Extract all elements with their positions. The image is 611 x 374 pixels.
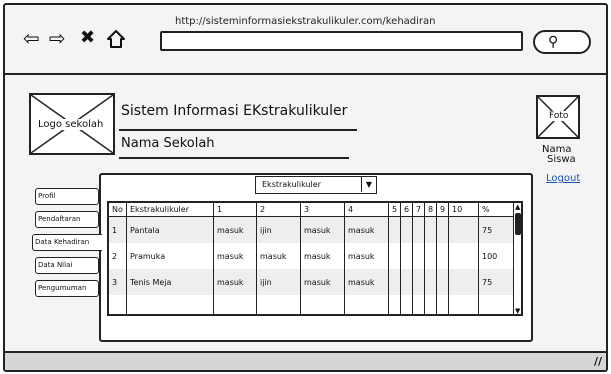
arrow-right-icon[interactable]: ⇨ — [49, 28, 66, 48]
photo-label: Foto — [549, 111, 569, 121]
resize-grip-icon[interactable]: // — [594, 355, 602, 368]
table-cell: Pantala — [130, 226, 160, 235]
school-underline — [119, 157, 349, 159]
close-icon[interactable]: ✖ — [80, 28, 95, 48]
header-cell: 7 — [416, 205, 422, 214]
scroll-down-icon[interactable]: ▼ — [515, 308, 520, 315]
table-cell: masuk — [217, 252, 244, 261]
table-cell: masuk — [304, 226, 331, 235]
scroll-up-icon[interactable]: ▲ — [515, 204, 520, 211]
logo-label: Logo sekolah — [37, 119, 105, 130]
ekstrakulikuler-select[interactable]: Ekstrakulikuler ▼ — [255, 176, 377, 194]
app-title: Sistem Informasi EKstrakulikuler — [121, 103, 348, 119]
browser-window: http://sisteminformasiekstrakulikuler.co… — [3, 3, 608, 372]
column-divider — [388, 203, 389, 314]
header-cell: 10 — [452, 205, 463, 214]
table-cell: ijin — [260, 278, 272, 287]
arrow-left-icon[interactable]: ⇦ — [23, 28, 40, 48]
table-cell: Tenis Meja — [130, 278, 172, 287]
header-cell: Ekstrakulikuler — [130, 205, 189, 214]
menu-item-pengumuman[interactable]: Pengumuman — [35, 280, 99, 297]
chevron-down-icon[interactable]: ▼ — [361, 177, 376, 192]
menu-item-data-nilai[interactable]: Data Nilai — [35, 257, 99, 274]
header-cell: 4 — [348, 205, 354, 214]
table-cell: 3 — [112, 278, 118, 287]
column-divider — [400, 203, 401, 314]
student-name: Nama Siswa — [542, 145, 576, 165]
header-cell: % — [482, 205, 490, 214]
menu-item-profil[interactable]: Profil — [35, 188, 99, 205]
table-cell: 75 — [482, 278, 493, 287]
table-cell: masuk — [217, 226, 244, 235]
logout-link[interactable]: Logout — [546, 173, 580, 184]
table-cell: masuk — [304, 252, 331, 261]
column-divider — [448, 203, 449, 314]
table-cell: masuk — [260, 252, 287, 261]
header-cell: 8 — [428, 205, 434, 214]
menu-item-data-kehadiran[interactable]: Data Kehadiran — [32, 234, 102, 251]
home-icon[interactable] — [105, 28, 127, 53]
table-cell: 75 — [482, 226, 493, 235]
scroll-thumb[interactable] — [515, 213, 521, 235]
table-cell: masuk — [304, 278, 331, 287]
table-row: 2 Pramuka masuk masuk masuk masuk 100 — [109, 243, 514, 269]
search-button[interactable]: ⚲ — [533, 30, 591, 54]
header-cell: 9 — [440, 205, 446, 214]
table-cell: masuk — [217, 278, 244, 287]
table-scrollbar[interactable]: ▲ ▼ — [513, 203, 521, 315]
school-name: Nama Sekolah — [121, 136, 215, 151]
table-cell: masuk — [348, 226, 375, 235]
table-cell: ijin — [260, 226, 272, 235]
address-bar[interactable] — [160, 31, 523, 51]
header-cell: 3 — [304, 205, 310, 214]
column-divider — [126, 203, 127, 314]
column-divider — [300, 203, 301, 314]
column-divider — [478, 203, 479, 314]
header-cell: 1 — [217, 205, 223, 214]
header-cell: 5 — [392, 205, 398, 214]
column-divider — [424, 203, 425, 314]
student-name-line2: Siswa — [547, 154, 576, 165]
table-row: 1 Pantala masuk ijin masuk masuk 75 — [109, 217, 514, 243]
page-url: http://sisteminformasiekstrakulikuler.co… — [175, 16, 436, 27]
attendance-table: No Ekstrakulikuler 1 2 3 4 5 6 7 8 9 10 … — [107, 201, 523, 316]
column-divider — [256, 203, 257, 314]
table-cell: 2 — [112, 252, 118, 261]
table-cell: masuk — [348, 252, 375, 261]
header-cell: 2 — [260, 205, 266, 214]
select-value: Ekstrakulikuler — [262, 180, 321, 189]
header-cell: 6 — [404, 205, 410, 214]
school-logo: Logo sekolah — [29, 93, 115, 155]
student-photo: Foto — [536, 95, 580, 139]
column-divider — [213, 203, 214, 314]
header-cell: No — [112, 205, 123, 214]
table-row: 3 Tenis Meja masuk ijin masuk masuk 75 — [109, 269, 514, 295]
menu-item-pendaftaran[interactable]: Pendaftaran — [35, 211, 99, 228]
column-divider — [412, 203, 413, 314]
column-divider — [436, 203, 437, 314]
table-cell: 1 — [112, 226, 118, 235]
table-cell: masuk — [348, 278, 375, 287]
title-underline — [119, 129, 357, 131]
search-icon: ⚲ — [548, 34, 559, 50]
table-header-row: No Ekstrakulikuler 1 2 3 4 5 6 7 8 9 10 … — [109, 203, 514, 217]
column-divider — [344, 203, 345, 314]
toolbar-divider — [5, 73, 606, 75]
table-cell: Pramuka — [130, 252, 166, 261]
status-bar: // — [5, 353, 606, 370]
table-cell: 100 — [482, 252, 498, 261]
